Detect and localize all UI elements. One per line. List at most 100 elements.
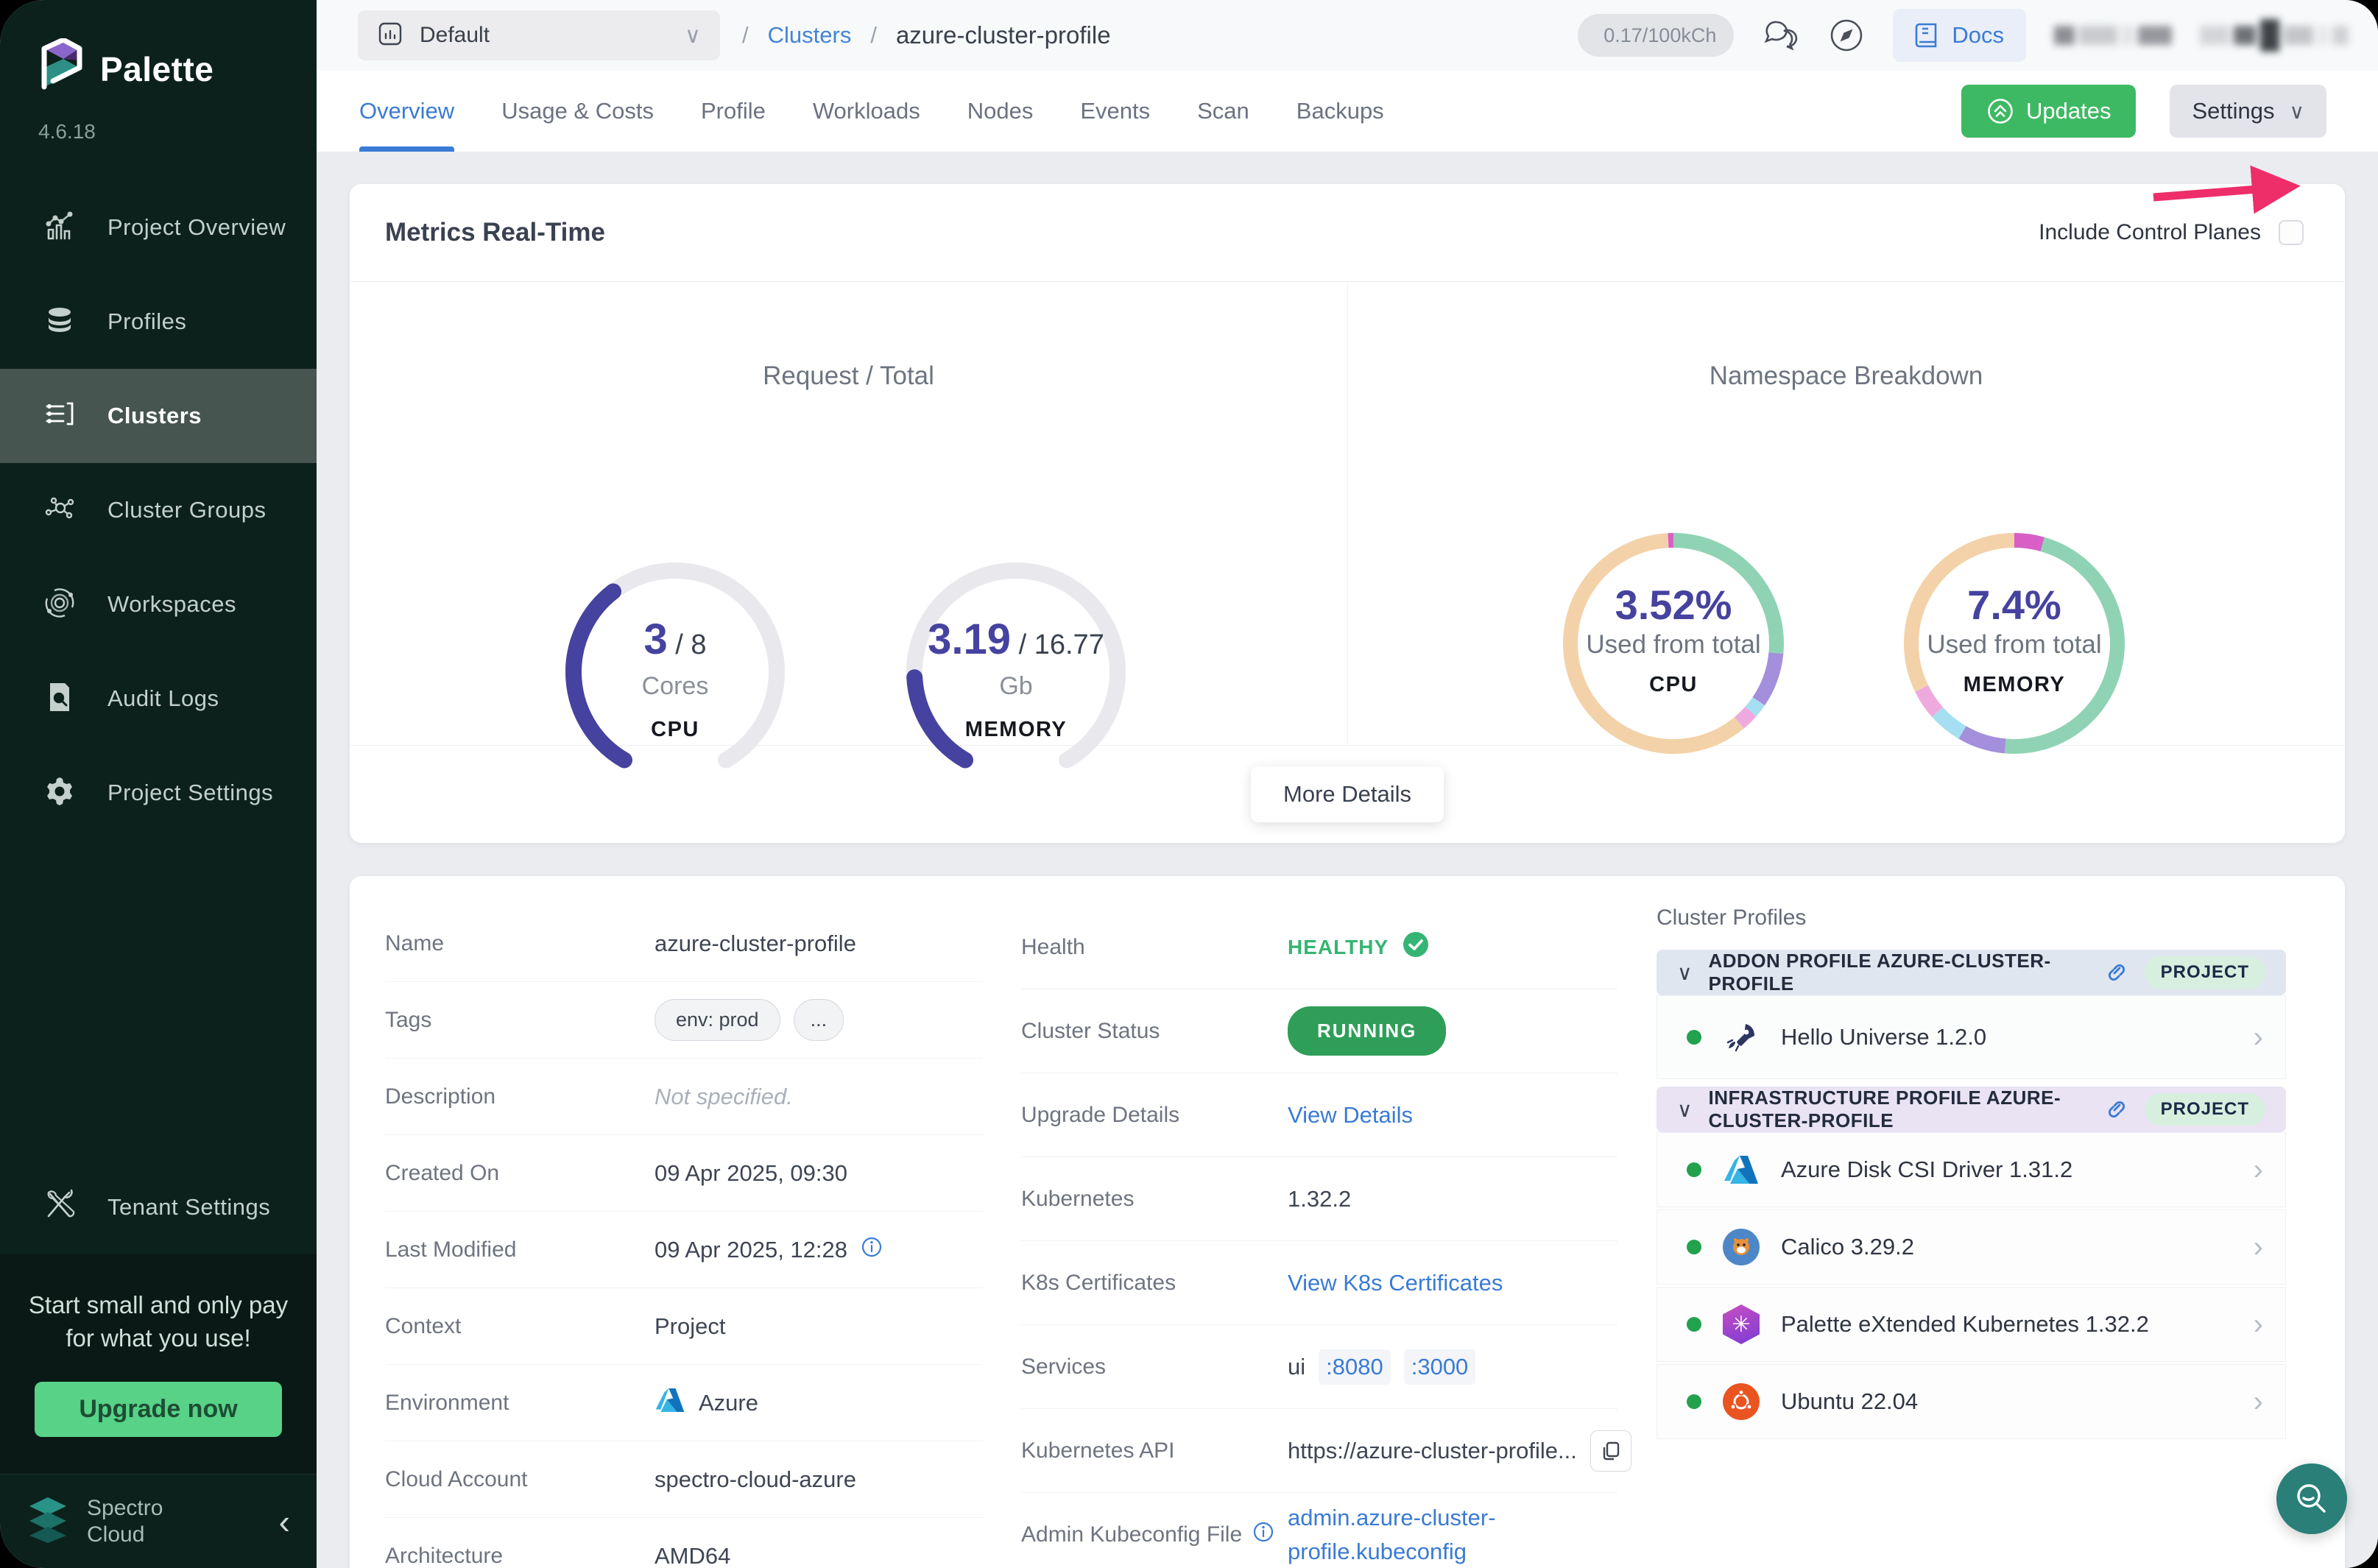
feedback-chat-button[interactable] (1762, 18, 1800, 53)
ubuntu-icon (1722, 1382, 1760, 1421)
chart-divider (1347, 282, 1348, 745)
profile-layer-palette-extended-kubernetes-1-32-2[interactable]: ✳Palette eXtended Kubernetes 1.32.2› (1657, 1287, 2286, 1362)
detail-label: Name (385, 931, 655, 956)
sidebar-collapse-button[interactable]: ‹ (279, 1505, 290, 1539)
explore-compass-button[interactable] (1828, 17, 1865, 54)
tab-events[interactable]: Events (1080, 71, 1150, 152)
chevron-right-icon: › (2254, 1231, 2263, 1264)
info-icon[interactable] (1252, 1521, 1274, 1549)
tag-pill[interactable]: env: prod (655, 999, 780, 1041)
tools-icon (43, 1188, 77, 1226)
spectro-cloud-brand: Spectro Cloud (87, 1495, 163, 1548)
app-version: 4.6.18 (0, 99, 317, 144)
detail-value: 09 Apr 2025, 12:28 (655, 1236, 883, 1264)
project-badge: PROJECT (2145, 956, 2265, 989)
sidebar-item-cluster-groups[interactable]: Cluster Groups (0, 463, 317, 557)
profile-layer-hello-universe-1-2-0[interactable]: Hello Universe 1.2.0› (1657, 995, 2286, 1079)
tab-backups[interactable]: Backups (1296, 71, 1384, 152)
tab-nodes[interactable]: Nodes (967, 71, 1034, 152)
tab-overview[interactable]: Overview (359, 71, 454, 152)
detail-link[interactable]: View Details (1288, 1102, 1413, 1129)
network-icon (43, 492, 77, 529)
details-left-column: Nameazure-cluster-profile Tagsenv: prod..… (385, 905, 983, 1568)
profile-accordion-purple[interactable]: ∨INFRASTRUCTURE PROFILE AZURE-CLUSTER-PR… (1657, 1087, 2286, 1132)
detail-label: Environment (385, 1391, 655, 1416)
sidebar-item-tenant-settings[interactable]: Tenant Settings (0, 1160, 317, 1254)
include-control-planes-checkbox[interactable] (2279, 220, 2304, 245)
tab-usage-costs[interactable]: Usage & Costs (501, 71, 654, 152)
updates-button[interactable]: Updates (1961, 85, 2136, 138)
detail-row-architecture: ArchitectureAMD64 (385, 1518, 983, 1568)
sidebar-item-profiles[interactable]: Profiles (0, 275, 317, 369)
donut-memory: 7.4% Used from total MEMORY (1897, 526, 2132, 761)
metrics-chart-area: Request / Total Namespace Breakdown 3 / … (350, 282, 2345, 745)
tab-workloads[interactable]: Workloads (813, 71, 920, 152)
gauge-memory: 3.19 / 16.77 Gb MEMORY (898, 554, 1134, 790)
detail-row-admin-kubeconfig-file: Admin Kubeconfig Fileadmin.azure-cluster… (1021, 1493, 1617, 1568)
detail-value: azure-cluster-profile (655, 930, 856, 957)
chevron-right-icon: › (2254, 1385, 2263, 1419)
spectro-cloud-logo-icon (27, 1496, 69, 1547)
chevron-down-icon: ∨ (685, 23, 701, 49)
more-details-button[interactable]: More Details (1251, 766, 1444, 822)
detail-row-last-modified: Last Modified09 Apr 2025, 12:28 (385, 1212, 983, 1288)
detail-label: Admin Kubeconfig File (1021, 1521, 1288, 1549)
settings-button[interactable]: Settings ∨ (2170, 85, 2326, 138)
status-dot (1687, 1394, 1701, 1409)
docs-button[interactable]: Docs (1893, 9, 2026, 62)
pxk-icon: ✳ (1722, 1305, 1760, 1343)
sidebar-item-clusters[interactable]: Clusters (0, 369, 317, 463)
detail-label: Created On (385, 1161, 655, 1186)
metrics-title: Metrics Real-Time (385, 218, 605, 247)
search-assistant-fab[interactable] (2276, 1463, 2347, 1534)
kubeconfig-link[interactable]: admin.azure-cluster-profile.kubeconfig (1288, 1501, 1617, 1568)
tab-scan[interactable]: Scan (1197, 71, 1249, 152)
profile-layer-azure-disk-csi-driver-1-31-2[interactable]: Azure Disk CSI Driver 1.31.2› (1657, 1132, 2286, 1207)
upgrade-now-button[interactable]: Upgrade now (35, 1382, 281, 1437)
updates-eject-icon (1986, 97, 2014, 125)
tab-profile[interactable]: Profile (701, 71, 766, 152)
include-control-planes-label: Include Control Planes (2039, 220, 2261, 245)
breadcrumb: / Clusters / azure-cluster-profile (742, 21, 1111, 49)
sidebar-item-label: Project Overview (107, 214, 286, 241)
status-dot (1687, 1030, 1701, 1045)
promo-text-line2: for what you use! (15, 1321, 302, 1355)
profile-layer-ubuntu-22-04[interactable]: Ubuntu 22.04› (1657, 1364, 2286, 1439)
donut-subtitle: Used from total (1556, 630, 1791, 660)
detail-row-upgrade-details: Upgrade DetailsView Details (1021, 1073, 1617, 1157)
promo-text-line1: Start small and only pay (15, 1288, 302, 1322)
detail-label: Upgrade Details (1021, 1103, 1288, 1128)
tags-more-pill[interactable]: ... (794, 999, 844, 1041)
sidebar-item-audit-logs[interactable]: Audit Logs (0, 651, 317, 746)
profile-layer-calico-3-29-2[interactable]: Calico 3.29.2 › (1657, 1209, 2286, 1285)
profile-accordion-blue[interactable]: ∨ADDON PROFILE AZURE-CLUSTER-PROFILEPROJ… (1657, 950, 2286, 995)
detail-link[interactable]: View K8s Certificates (1288, 1270, 1503, 1296)
chevron-right-icon: › (2254, 1154, 2263, 1187)
sidebar-item-label: Profiles (107, 308, 186, 335)
sidebar-item-workspaces[interactable]: Workspaces (0, 557, 317, 651)
profile-layer-name: Calico 3.29.2 (1781, 1234, 1914, 1260)
project-selector[interactable]: Default ∨ (358, 10, 720, 60)
project-selector-value: Default (420, 23, 490, 48)
bar-chart-icon (43, 209, 77, 247)
detail-value: 1.32.2 (1288, 1186, 1351, 1212)
breadcrumb-clusters-link[interactable]: Clusters (768, 22, 852, 49)
book-icon (1915, 21, 1940, 49)
link-icon[interactable] (2105, 959, 2128, 986)
info-icon[interactable] (861, 1236, 883, 1264)
palette-app-window: Palette 4.6.18 Project OverviewProfilesC… (0, 0, 2378, 1568)
donut-cpu: 3.52% Used from total CPU (1556, 526, 1791, 761)
chevron-right-icon: › (2254, 1021, 2263, 1054)
sidebar-item-project-settings[interactable]: Project Settings (0, 746, 317, 840)
service-port-link[interactable]: :3000 (1404, 1349, 1476, 1385)
sidebar-item-project-overview[interactable]: Project Overview (0, 180, 317, 275)
service-port-link[interactable]: :8080 (1319, 1349, 1391, 1385)
copy-button[interactable] (1590, 1430, 1631, 1472)
sidebar: Palette 4.6.18 Project OverviewProfilesC… (0, 0, 317, 1568)
upgrade-promo: Start small and only pay for what you us… (0, 1254, 317, 1474)
detail-label: Last Modified (385, 1237, 655, 1262)
main-area: Default ∨ / Clusters / azure-cluster-pro… (317, 0, 2378, 1568)
gauge-cpu: 3 / 8 Cores CPU (557, 554, 793, 790)
link-icon[interactable] (2105, 1096, 2128, 1123)
detail-row-tags: Tagsenv: prod... (385, 982, 983, 1059)
